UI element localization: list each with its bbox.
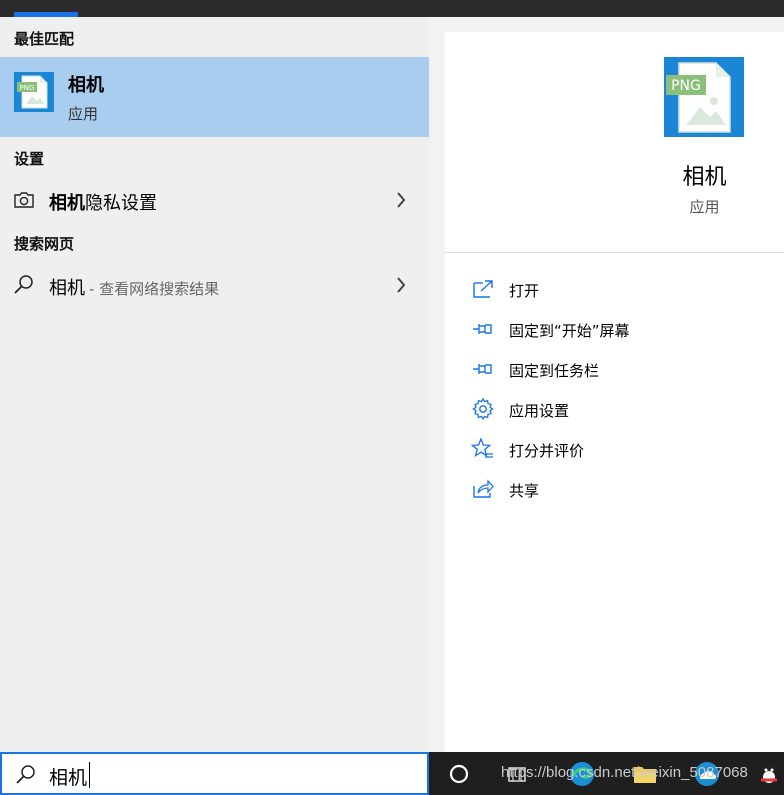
search-box[interactable]: 相机 [0, 752, 429, 795]
web-search-header: 搜索网页 [14, 235, 75, 253]
png-file-icon: PNG [664, 57, 744, 137]
action-share-label: 共享 [509, 482, 540, 500]
action-rate-review-label: 打分并评价 [509, 442, 585, 460]
taskbar: https://blog.csdn.net/weixin_5087068 [429, 752, 784, 795]
action-app-settings[interactable]: 应用设置 [471, 395, 771, 425]
web-result-query: 相机 [49, 278, 85, 299]
detail-panel: PNG 相机 应用 打开 固定到“开始”屏幕 固定到任务栏 应用设置 打分并评价… [445, 32, 784, 752]
settings-result-bold: 相机 [49, 193, 85, 214]
web-result-suffix: - 查看网络搜索结果 [89, 280, 220, 298]
action-rate-review[interactable]: 打分并评价 [470, 435, 771, 465]
text-caret [89, 762, 90, 788]
watermark-text: https://blog.csdn.net/weixin_5087068 [501, 764, 748, 781]
best-match-name: 相机 [68, 75, 104, 96]
top-bar [0, 0, 784, 17]
search-icon [12, 273, 36, 297]
action-pin-start-label: 固定到“开始”屏幕 [509, 322, 630, 340]
action-open-label: 打开 [509, 282, 540, 300]
gear-icon [471, 397, 495, 421]
best-match-type: 应用 [68, 105, 99, 123]
pin-icon [471, 317, 495, 341]
best-match-header: 最佳匹配 [14, 30, 75, 48]
detail-app-name: 相机 [682, 165, 727, 190]
png-file-icon: PNG [14, 72, 54, 112]
pin-icon [471, 357, 495, 381]
cortana-icon[interactable] [445, 760, 473, 788]
svg-text:PNG: PNG [671, 78, 701, 94]
qq-icon[interactable] [755, 760, 783, 788]
web-result-label: 相机 - 查看网络搜索结果 [49, 274, 219, 300]
svg-text:PNG: PNG [20, 84, 35, 92]
web-result-row[interactable]: 相机 - 查看网络搜索结果 [0, 265, 429, 305]
action-pin-start[interactable]: 固定到“开始”屏幕 [471, 315, 771, 345]
open-icon [471, 277, 495, 301]
search-input[interactable]: 相机 [49, 763, 87, 790]
share-icon [471, 477, 495, 501]
results-panel: 最佳匹配 PNG 相机 应用 设置 相机隐私设置 搜索网页 相机 - 查看网络搜… [0, 17, 429, 752]
settings-header: 设置 [14, 150, 45, 168]
best-match-item[interactable]: PNG 相机 应用 [0, 57, 429, 137]
action-pin-taskbar-label: 固定到任务栏 [509, 362, 600, 380]
settings-result-label: 相机隐私设置 [49, 189, 157, 215]
settings-result-rest: 隐私设置 [85, 193, 157, 214]
action-share[interactable]: 共享 [471, 475, 771, 505]
action-open[interactable]: 打开 [471, 275, 771, 305]
search-icon [14, 763, 38, 787]
action-pin-taskbar[interactable]: 固定到任务栏 [471, 355, 771, 385]
detail-header: PNG 相机 应用 [445, 32, 784, 253]
chevron-right-icon[interactable] [393, 190, 409, 210]
settings-result-row[interactable]: 相机隐私设置 [0, 180, 429, 220]
camera-icon [12, 188, 36, 212]
rate-icon [470, 437, 495, 461]
action-app-settings-label: 应用设置 [509, 402, 570, 420]
chevron-right-icon[interactable] [393, 275, 409, 295]
detail-app-type: 应用 [689, 198, 720, 216]
